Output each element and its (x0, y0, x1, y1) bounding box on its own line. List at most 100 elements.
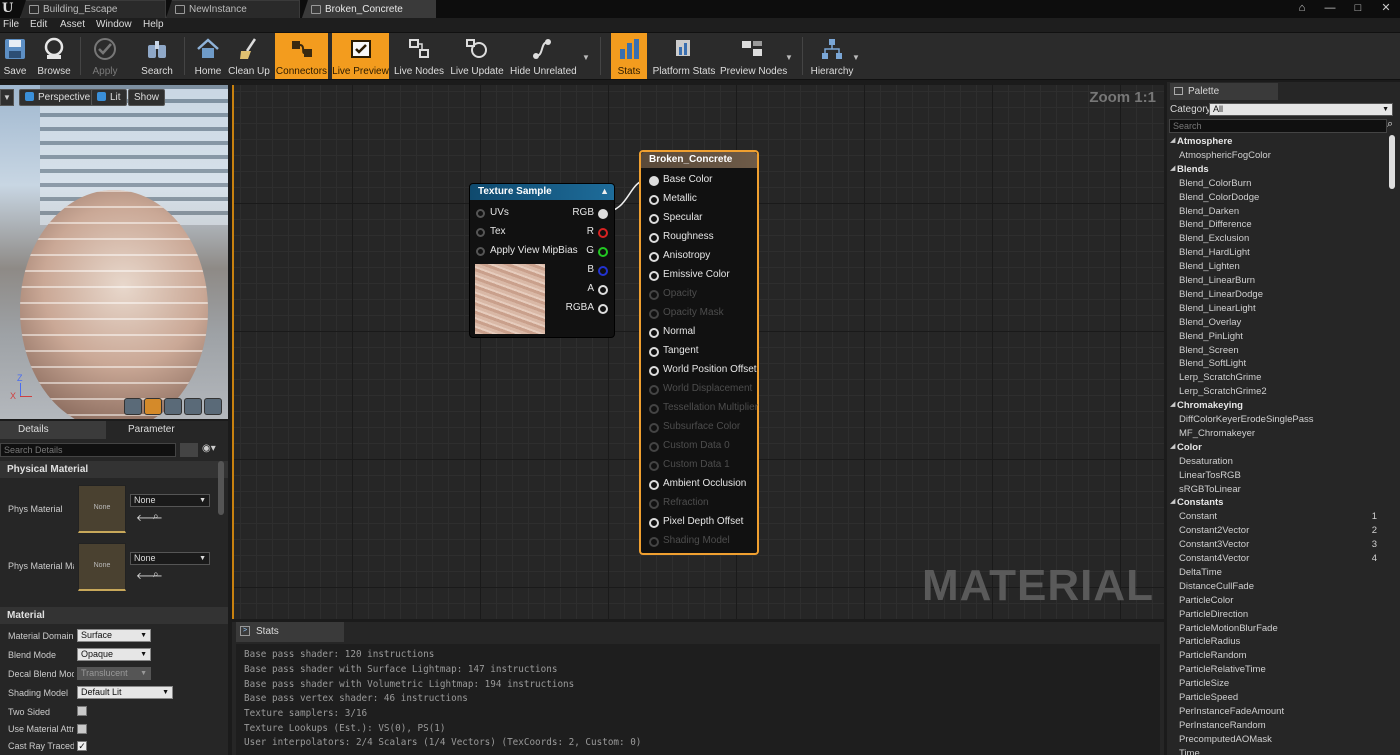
cylinder-mesh-button[interactable] (124, 398, 142, 415)
use-material-attributes-checkbox[interactable] (77, 724, 87, 734)
palette-category[interactable]: Atmosphere (1177, 136, 1232, 147)
phys-material-dropdown[interactable]: None (130, 494, 210, 507)
tab-manager-icon[interactable]: ⌂ (1288, 0, 1316, 18)
material-input-pin[interactable] (649, 461, 659, 471)
palette-item[interactable]: Blend_LinearLight (1179, 303, 1256, 314)
palette-item[interactable]: LinearTosRGB (1179, 470, 1241, 481)
show-button[interactable]: Show (128, 89, 166, 106)
palette-item[interactable]: Blend_SoftLight (1179, 358, 1246, 369)
palette-item[interactable]: AtmosphericFogColor (1179, 150, 1271, 161)
palette-item[interactable]: Blend_ColorBurn (1179, 178, 1251, 189)
palette-item[interactable]: ParticleColor (1179, 595, 1233, 606)
live-preview-button[interactable]: Live Preview (332, 33, 389, 79)
palette-item[interactable]: Lerp_ScratchGrime (1179, 372, 1261, 383)
tab-parameter-defaults[interactable]: Parameter Defaults (110, 421, 206, 439)
material-graph[interactable]: Zoom 1:1 MATERIAL Texture Sample ▲ UVs T… (232, 85, 1164, 619)
palette-item[interactable]: Blend_Darken (1179, 206, 1239, 217)
palette-item[interactable]: Blend_PinLight (1179, 331, 1243, 342)
palette-item[interactable]: Blend_Screen (1179, 345, 1239, 356)
hierarchy-button[interactable]: Hierarchy (810, 33, 854, 79)
perspective-button[interactable]: Perspective (19, 89, 97, 106)
palette-item[interactable]: Time (1179, 748, 1200, 755)
section-physical-material[interactable]: Physical Material (0, 461, 228, 478)
palette-item[interactable]: Desaturation (1179, 456, 1233, 467)
material-input-pin[interactable] (649, 404, 659, 414)
category-dropdown[interactable]: All (1209, 103, 1393, 116)
palette-item[interactable]: Blend_Exclusion (1179, 233, 1249, 244)
use-selected-arrow-icon[interactable]: 🡐 (136, 570, 163, 582)
palette-item[interactable]: Blend_LinearDodge (1179, 289, 1263, 300)
material-input-pin[interactable] (649, 214, 659, 224)
use-selected-arrow-icon[interactable]: 🡐 (136, 512, 163, 524)
a-output-pin[interactable] (598, 285, 608, 295)
palette-item[interactable]: MF_Chromakeyer (1179, 428, 1255, 439)
tex-pin[interactable] (476, 228, 485, 237)
stats-tab[interactable]: Stats (236, 622, 344, 642)
category-expand-arrow-icon[interactable]: ◢ (1170, 164, 1175, 172)
collapse-node-icon[interactable]: ▲ (600, 186, 609, 196)
material-input-pin[interactable] (649, 366, 659, 376)
live-update-button[interactable]: Live Update (450, 33, 504, 79)
menu-file[interactable]: File (3, 19, 19, 30)
palette-item[interactable]: Constant4Vector (1179, 553, 1249, 564)
hierarchy-dropdown-icon[interactable]: ▼ (852, 53, 860, 62)
palette-item[interactable]: ParticleMotionBlurFade (1179, 623, 1278, 634)
palette-item[interactable]: Blend_LinearBurn (1179, 275, 1255, 286)
palette-item[interactable]: Blend_Difference (1179, 219, 1252, 230)
preview-nodes-dropdown-icon[interactable]: ▼ (785, 53, 793, 62)
category-expand-arrow-icon[interactable]: ◢ (1170, 442, 1175, 450)
platform-stats-button[interactable]: Platform Stats (652, 33, 716, 79)
palette-item[interactable]: Blend_ColorDodge (1179, 192, 1259, 203)
details-scrollbar[interactable] (218, 461, 224, 515)
view-options-grid-icon[interactable] (180, 443, 198, 457)
palette-item[interactable]: ParticleRelativeTime (1179, 664, 1266, 675)
material-input-pin[interactable] (649, 423, 659, 433)
menu-window[interactable]: Window (96, 19, 132, 30)
material-input-pin[interactable] (649, 518, 659, 528)
material-input-pin[interactable] (649, 480, 659, 490)
two-sided-checkbox[interactable] (77, 706, 87, 716)
category-expand-arrow-icon[interactable]: ◢ (1170, 400, 1175, 408)
tab-building-escape[interactable]: Building_Escape (20, 0, 166, 18)
section-material[interactable]: Material (0, 607, 228, 624)
palette-item[interactable]: Constant3Vector (1179, 539, 1249, 550)
material-input-pin[interactable] (649, 385, 659, 395)
cube-mesh-button[interactable] (184, 398, 202, 415)
sphere-mesh-button[interactable] (144, 398, 162, 415)
palette-category[interactable]: Blends (1177, 164, 1209, 175)
cast-ray-traced-checkbox[interactable]: ✓ (77, 741, 87, 751)
tab-newinstance[interactable]: NewInstance (166, 0, 300, 18)
palette-item[interactable]: PerInstanceFadeAmount (1179, 706, 1284, 717)
save-button[interactable]: Save (0, 33, 30, 79)
tab-broken-concrete[interactable]: Broken_Concrete (302, 0, 436, 18)
category-expand-arrow-icon[interactable]: ◢ (1170, 497, 1175, 505)
material-input-pin[interactable] (649, 442, 659, 452)
search-button[interactable]: Search (138, 33, 176, 79)
apply-view-mipbias-pin[interactable] (476, 247, 485, 256)
decal-blend-mode-dropdown[interactable]: Translucent (77, 667, 151, 680)
palette-search-icon[interactable]: ⌕ (1387, 118, 1393, 131)
home-button[interactable]: Home (190, 33, 226, 79)
palette-item[interactable]: Blend_Overlay (1179, 317, 1241, 328)
material-input-pin[interactable] (649, 252, 659, 262)
palette-category[interactable]: Chromakeying (1177, 400, 1243, 411)
blend-mode-dropdown[interactable]: Opaque (77, 648, 151, 661)
rgba-output-pin[interactable] (598, 304, 608, 314)
phys-material-mask-dropdown[interactable]: None (130, 552, 210, 565)
tab-details[interactable]: Details (0, 421, 106, 439)
material-domain-dropdown[interactable]: Surface (77, 629, 151, 642)
connectors-button[interactable]: Connectors (275, 33, 328, 79)
visibility-eye-icon[interactable]: ◉▾ (202, 443, 216, 454)
viewport-options-icon[interactable]: ▼ (0, 89, 14, 106)
material-input-pin[interactable] (649, 176, 659, 186)
palette-item[interactable]: Blend_Lighten (1179, 261, 1240, 272)
preview-nodes-button[interactable]: Preview Nodes (720, 33, 787, 79)
material-input-pin[interactable] (649, 233, 659, 243)
palette-item[interactable]: Constant (1179, 511, 1217, 522)
rgb-output-pin[interactable] (598, 209, 608, 219)
palette-category[interactable]: Color (1177, 442, 1202, 453)
unreal-logo[interactable]: U (2, 1, 16, 17)
custom-mesh-button[interactable] (204, 398, 222, 415)
lit-button[interactable]: Lit (91, 89, 127, 106)
clean-up-button[interactable]: Clean Up (228, 33, 270, 79)
